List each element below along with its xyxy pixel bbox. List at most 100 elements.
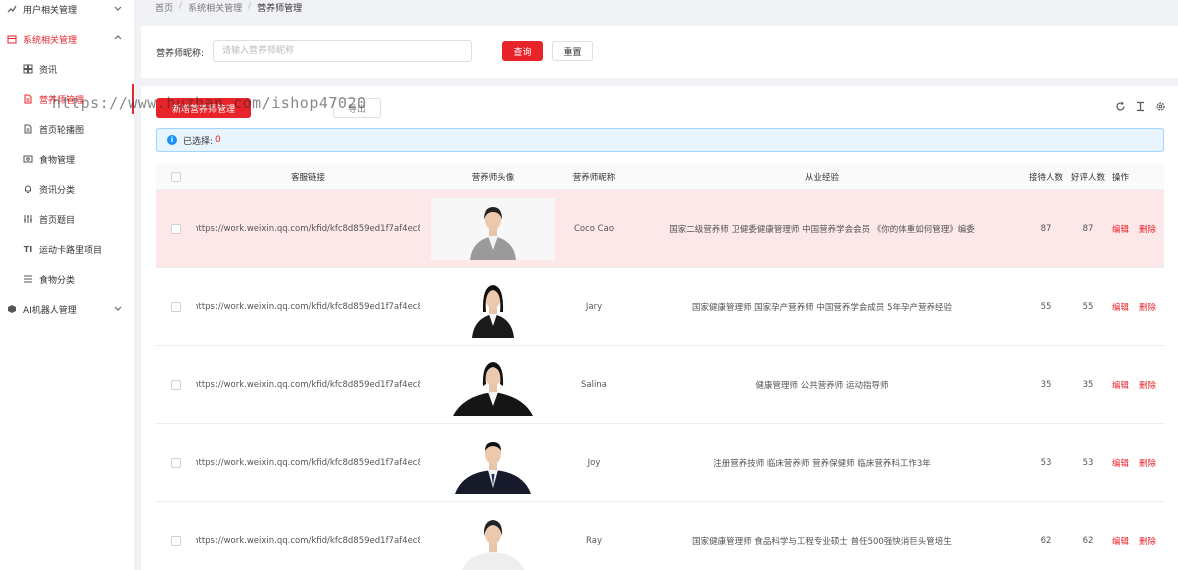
cell-received: 53 — [1040, 457, 1052, 468]
row-checkbox-cell[interactable] — [156, 223, 196, 234]
delete-link[interactable]: 删除 — [1139, 535, 1156, 547]
row-checkbox[interactable] — [171, 379, 181, 390]
sidebar-item-questions[interactable]: 首页题目 — [0, 204, 135, 234]
breadcrumb-parent[interactable]: 系统相关管理 — [188, 1, 242, 14]
table-row: https://work.weixin.qq.com/kfid/kfc8d859… — [156, 190, 1164, 268]
table-row: https://work.weixin.qq.com/kfid/kfc8d859… — [156, 424, 1164, 502]
row-checkbox[interactable] — [171, 535, 181, 546]
row-checkbox-cell[interactable] — [156, 457, 196, 468]
add-button-label: 新增营养师管理 — [171, 104, 235, 115]
cell-good: 62 — [1082, 535, 1094, 546]
main-panel: 新增营养师管理 导出 i 已选择: 0 客服链接 营养师头像 营养师昵称 从业经… — [141, 86, 1178, 570]
avatar — [431, 275, 555, 338]
cell-good: 35 — [1082, 379, 1094, 390]
breadcrumb-separator: / — [248, 1, 252, 11]
sidebar-item-label: 资讯分类 — [39, 185, 76, 196]
sidebar-item-label: 食物分类 — [39, 275, 76, 286]
cell-link: https://work.weixin.qq.com/kfid/kfc8d859… — [196, 223, 420, 234]
header-experience: 从业经验 — [804, 172, 839, 183]
header-checkbox-cell[interactable] — [156, 171, 196, 182]
image-icon — [22, 153, 34, 165]
delete-link[interactable]: 删除 — [1139, 223, 1156, 235]
selection-count: 0 — [215, 135, 221, 145]
edit-link[interactable]: 编辑 — [1112, 223, 1129, 235]
sidebar-item-label: 首页题目 — [39, 215, 76, 226]
query-button[interactable]: 查询 — [502, 41, 543, 61]
cell-avatar — [420, 353, 566, 416]
search-input[interactable] — [213, 40, 472, 62]
sidebar-item-news[interactable]: 资讯 — [0, 54, 135, 84]
column-height-icon[interactable] — [1134, 100, 1146, 112]
row-checkbox-cell[interactable] — [156, 301, 196, 312]
delete-link[interactable]: 删除 — [1139, 301, 1156, 313]
header-received: 接待人数 — [1028, 172, 1063, 183]
cell-good: 55 — [1082, 301, 1094, 312]
selection-label: 已选择: — [183, 136, 214, 147]
cell-ops: 编辑 删除 — [1106, 223, 1164, 235]
cell-ops: 编辑 删除 — [1106, 379, 1164, 391]
table-tools — [1114, 100, 1166, 112]
menu-group-ai[interactable]: AI机器人管理 — [0, 294, 135, 324]
chevron-up-icon — [113, 33, 123, 43]
sidebar-item-nutritionist[interactable]: 营养师管理 — [0, 84, 135, 114]
grid-icon — [22, 63, 34, 75]
delete-link[interactable]: 删除 — [1139, 457, 1156, 469]
delete-link[interactable]: 删除 — [1139, 379, 1156, 391]
sidebar-item-food[interactable]: 食物管理 — [0, 144, 135, 174]
reset-button[interactable]: 重置 — [552, 41, 593, 61]
cell-received: 62 — [1040, 535, 1052, 546]
sidebar-item-label: 首页轮播图 — [39, 125, 85, 136]
edit-link[interactable]: 编辑 — [1112, 379, 1129, 391]
row-checkbox[interactable] — [171, 457, 181, 468]
header-ops: 操作 — [1112, 172, 1130, 183]
menu-group-user[interactable]: 用户相关管理 — [0, 0, 135, 24]
cell-experience: 国家二级营养师 卫健委健康管理师 中国营养学会会员 《你的体重如何管理》编委 — [669, 224, 975, 235]
row-checkbox[interactable] — [171, 301, 181, 312]
avatar — [431, 509, 555, 570]
robot-icon — [6, 303, 18, 315]
menu-group-label: 系统相关管理 — [23, 35, 78, 46]
cell-good: 87 — [1082, 223, 1094, 234]
document-icon — [22, 123, 34, 135]
sidebar-item-news-category[interactable]: 资讯分类 — [0, 174, 135, 204]
row-checkbox[interactable] — [171, 223, 181, 234]
refresh-icon[interactable] — [1114, 100, 1126, 112]
row-checkbox-cell[interactable] — [156, 535, 196, 546]
breadcrumb-home[interactable]: 首页 — [155, 1, 173, 14]
cell-link: https://work.weixin.qq.com/kfid/kfc8d859… — [196, 457, 420, 468]
sidebar-item-exercise[interactable]: TI 运动卡路里项目 — [0, 234, 135, 264]
sidebar: 用户相关管理 系统相关管理 资讯 营养师管理 首页轮播图 食物管理 资讯分类 首… — [0, 0, 135, 570]
avatar — [431, 197, 555, 260]
edit-link[interactable]: 编辑 — [1112, 457, 1129, 469]
cell-link: https://work.weixin.qq.com/kfid/kfc8d859… — [196, 535, 420, 546]
cell-ops: 编辑 删除 — [1106, 301, 1164, 313]
chevron-down-icon — [113, 303, 123, 313]
cell-received: 55 — [1040, 301, 1052, 312]
cell-name: Salina — [581, 379, 607, 390]
cell-avatar — [420, 275, 566, 338]
cell-experience: 国家健康管理师 食品科学与工程专业硕士 曾任500强快消巨头管培生 — [692, 536, 952, 547]
active-indicator — [132, 84, 134, 114]
settings-gear-icon[interactable] — [1154, 100, 1166, 112]
breadcrumb: 首页 / 系统相关管理 / 营养师管理 — [155, 1, 302, 14]
breadcrumb-current: 营养师管理 — [257, 4, 303, 14]
sidebar-item-banner[interactable]: 首页轮播图 — [0, 114, 135, 144]
cell-name: Coco Cao — [573, 223, 615, 234]
edit-link[interactable]: 编辑 — [1112, 301, 1129, 313]
breadcrumb-separator: / — [179, 1, 183, 11]
add-nutritionist-button[interactable]: 新增营养师管理 — [156, 98, 251, 118]
menu-group-system[interactable]: 系统相关管理 — [0, 24, 135, 54]
row-checkbox-cell[interactable] — [156, 379, 196, 390]
header-avatar: 营养师头像 — [471, 172, 515, 183]
text-icon: TI — [23, 244, 33, 254]
avatar — [431, 431, 555, 494]
search-label: 营养师昵称: — [156, 49, 205, 59]
menu-group-label: AI机器人管理 — [23, 305, 77, 316]
edit-link[interactable]: 编辑 — [1112, 535, 1129, 547]
search-panel: 营养师昵称: 查询 重置 — [141, 26, 1178, 78]
chevron-down-icon — [113, 3, 123, 13]
export-button[interactable]: 导出 — [333, 98, 381, 118]
cell-experience: 注册营养技师 临床营养师 营养保健师 临床营养科工作3年 — [713, 458, 931, 469]
select-all-checkbox[interactable] — [171, 171, 181, 182]
sidebar-item-food-category[interactable]: 食物分类 — [0, 264, 135, 294]
